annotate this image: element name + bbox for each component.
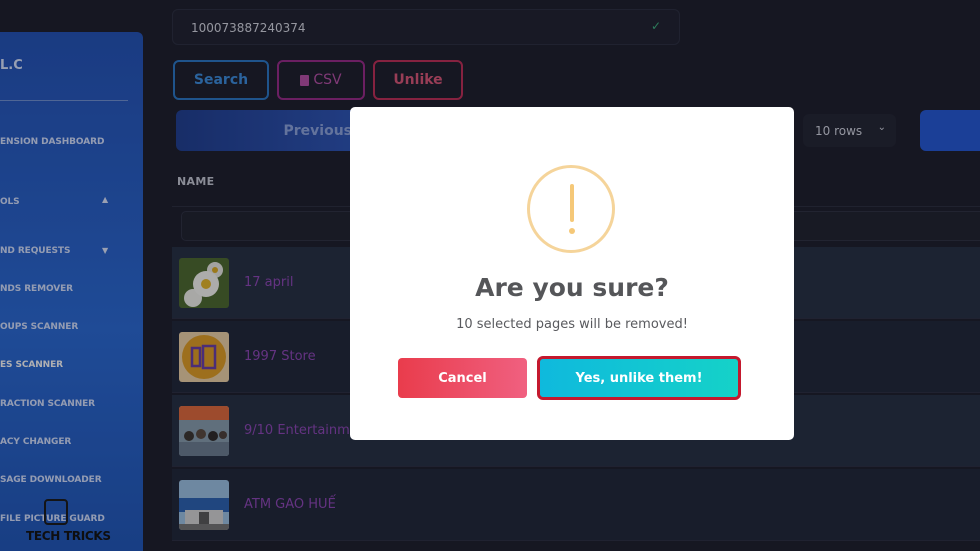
warning-icon-dot — [569, 228, 575, 234]
dialog-title: Are you sure? — [475, 273, 669, 302]
cancel-button[interactable]: Cancel — [398, 358, 527, 398]
dialog-message: 10 selected pages will be removed! — [456, 317, 688, 332]
confirm-dialog: Are you sure? 10 selected pages will be … — [350, 107, 794, 440]
confirm-unlike-button[interactable]: Yes, unlike them! — [537, 356, 741, 400]
warning-icon-bar — [570, 184, 574, 222]
warning-icon — [527, 165, 615, 253]
